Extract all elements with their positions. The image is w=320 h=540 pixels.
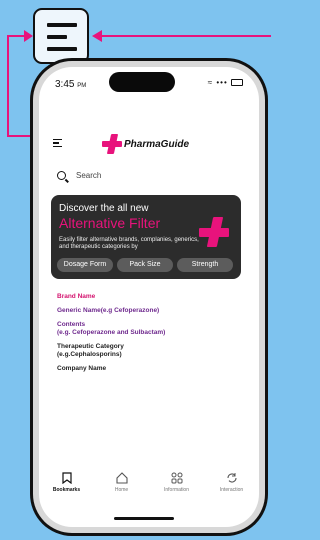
menu-callout-bar — [47, 47, 77, 51]
therapeutic-category-field[interactable]: Therapeutic Category (e.g.Cephalosporins… — [57, 343, 237, 359]
banner-heading: Discover the all new — [59, 203, 149, 214]
bookmark-icon — [43, 471, 91, 485]
search-bar[interactable]: Search — [57, 171, 101, 180]
callout-line-left-vertical — [7, 35, 9, 137]
tab-interaction[interactable]: Interaction — [208, 471, 256, 493]
tab-label: Interaction — [219, 487, 244, 493]
phone-screen: 3:45 PM ≈ ••• PharmaGuide Search Discove… — [39, 67, 259, 527]
callout-arrow-right — [92, 30, 102, 42]
battery-icon — [231, 79, 243, 87]
hamburger-menu-icon[interactable] — [53, 139, 62, 149]
signal-icon: ••• — [216, 78, 228, 87]
phone-device: 3:45 PM ≈ ••• PharmaGuide Search Discove… — [30, 58, 268, 536]
pharma-cross-icon — [102, 134, 122, 154]
contents-title: Contents — [57, 321, 86, 328]
contents-field[interactable]: Contents (e.g. Cefoperazone and Sulbacta… — [57, 321, 237, 337]
status-icons: ≈ ••• — [208, 78, 243, 87]
chip-dosage-form[interactable]: Dosage Form — [57, 258, 113, 272]
search-fields: Brand Name Generic Name(e.g Cefoperazone… — [57, 293, 237, 379]
tab-label: Information — [163, 487, 189, 493]
bottom-tab-bar: Bookmarks Home Information Interaction — [39, 471, 259, 503]
company-name-field[interactable]: Company Name — [57, 365, 237, 373]
banner-description: Easily filter alternative brands, compla… — [59, 237, 199, 250]
home-icon — [98, 471, 146, 485]
alternative-filter-banner[interactable]: Discover the all new Alternative Filter … — [51, 195, 241, 279]
menu-callout-bar — [47, 23, 77, 27]
tab-information[interactable]: Information — [153, 471, 201, 493]
app-logo: PharmaGuide — [102, 134, 189, 154]
callout-line-right — [102, 35, 271, 37]
banner-title: Alternative Filter — [59, 215, 161, 231]
refresh-icon — [208, 471, 256, 485]
search-placeholder: Search — [76, 171, 102, 180]
dynamic-island — [109, 72, 175, 92]
status-time: 3:45 PM — [55, 79, 86, 90]
tab-label: Home — [114, 487, 129, 493]
menu-callout-bar — [47, 35, 67, 39]
pharma-cross-icon — [199, 217, 229, 247]
therapeutic-title: Therapeutic Category — [57, 343, 124, 350]
tab-label: Bookmarks — [52, 487, 81, 493]
contents-example: (e.g. Cefoperazone and Sulbactam) — [57, 329, 166, 336]
status-time-ampm: PM — [77, 83, 87, 89]
therapeutic-example: (e.g.Cephalosporins) — [57, 351, 122, 358]
home-indicator — [114, 517, 174, 520]
brand-name-field[interactable]: Brand Name — [57, 293, 237, 301]
search-icon — [57, 171, 66, 180]
filter-chips: Dosage Form Pack Size Strength — [57, 258, 233, 272]
tab-home[interactable]: Home — [98, 471, 146, 493]
grid-icon — [153, 471, 201, 485]
app-name: PharmaGuide — [124, 138, 190, 150]
status-time-value: 3:45 — [55, 79, 75, 90]
wifi-icon: ≈ — [207, 78, 214, 87]
chip-strength[interactable]: Strength — [177, 258, 233, 272]
menu-callout-box — [33, 8, 89, 64]
chip-pack-size[interactable]: Pack Size — [117, 258, 173, 272]
callout-arrow-left — [24, 30, 33, 42]
tab-bookmarks[interactable]: Bookmarks — [43, 471, 91, 493]
generic-name-field[interactable]: Generic Name(e.g Cefoperazone) — [57, 307, 237, 315]
